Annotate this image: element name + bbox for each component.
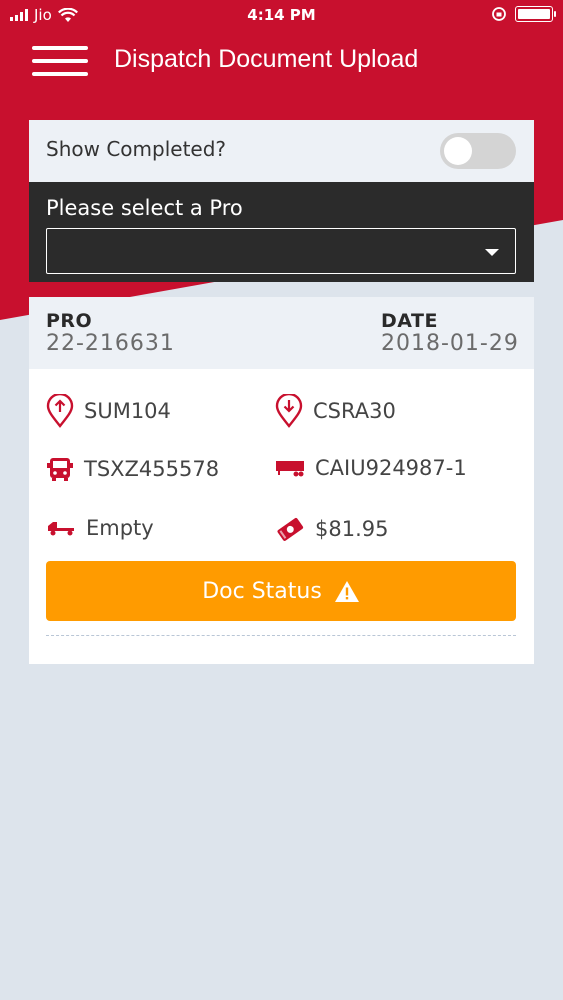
container-value: CAIU924987-1 xyxy=(315,456,467,480)
pro-select-dropdown[interactable] xyxy=(46,228,516,274)
destination-value: CSRA30 xyxy=(313,399,396,423)
trailer-icon xyxy=(276,461,304,477)
doc-status-button[interactable]: Doc Status xyxy=(46,561,516,621)
status-bar: Jio 4:14 PM xyxy=(0,0,563,32)
menu-button[interactable] xyxy=(32,46,88,82)
money-tag-icon xyxy=(277,517,304,541)
show-completed-toggle[interactable] xyxy=(440,133,516,169)
load-status-value: Empty xyxy=(86,516,154,540)
origin-value: SUM104 xyxy=(84,399,171,423)
pro-select-row: Please select a Pro xyxy=(29,182,534,282)
status-right xyxy=(491,6,556,22)
hamburger-icon xyxy=(32,46,88,50)
filter-card: Show Completed? Please select a Pro xyxy=(29,120,534,282)
amount-value: $81.95 xyxy=(315,517,389,541)
doc-status-label: Doc Status xyxy=(202,578,322,604)
truck-item: TSXZ455578 xyxy=(46,455,219,483)
load-item: Empty xyxy=(46,515,154,541)
pro-card: PRO 22-216631 DATE 2018-01-29 SUM104 CSR… xyxy=(29,297,534,664)
pro-select-label: Please select a Pro xyxy=(46,196,243,220)
destination-item: CSRA30 xyxy=(275,394,396,428)
pro-card-header: PRO 22-216631 DATE 2018-01-29 xyxy=(29,297,534,369)
card-divider xyxy=(46,635,516,636)
pro-label: PRO xyxy=(46,310,93,332)
pickup-pin-icon xyxy=(46,394,74,428)
flatbed-truck-icon xyxy=(48,522,74,536)
toggle-knob xyxy=(444,137,472,165)
amount-item: $81.95 xyxy=(275,515,388,543)
status-time: 4:14 PM xyxy=(247,6,316,24)
orientation-lock-icon xyxy=(492,7,506,21)
truck-value: TSXZ455578 xyxy=(84,457,220,481)
page-title: Dispatch Document Upload xyxy=(114,45,419,73)
show-completed-label: Show Completed? xyxy=(46,137,227,161)
show-completed-row: Show Completed? xyxy=(29,120,534,182)
warning-icon xyxy=(334,580,359,602)
date-value: 2018-01-29 xyxy=(381,331,519,356)
truck-front-icon xyxy=(47,458,73,481)
date-label: DATE xyxy=(381,310,438,332)
pro-number: 22-216631 xyxy=(46,331,175,356)
battery-icon xyxy=(515,6,556,22)
app-header: Dispatch Document Upload xyxy=(0,38,563,88)
chevron-down-icon xyxy=(485,249,499,256)
dropoff-pin-icon xyxy=(275,394,303,428)
container-item: CAIU924987-1 xyxy=(275,455,467,481)
origin-item: SUM104 xyxy=(46,394,171,428)
